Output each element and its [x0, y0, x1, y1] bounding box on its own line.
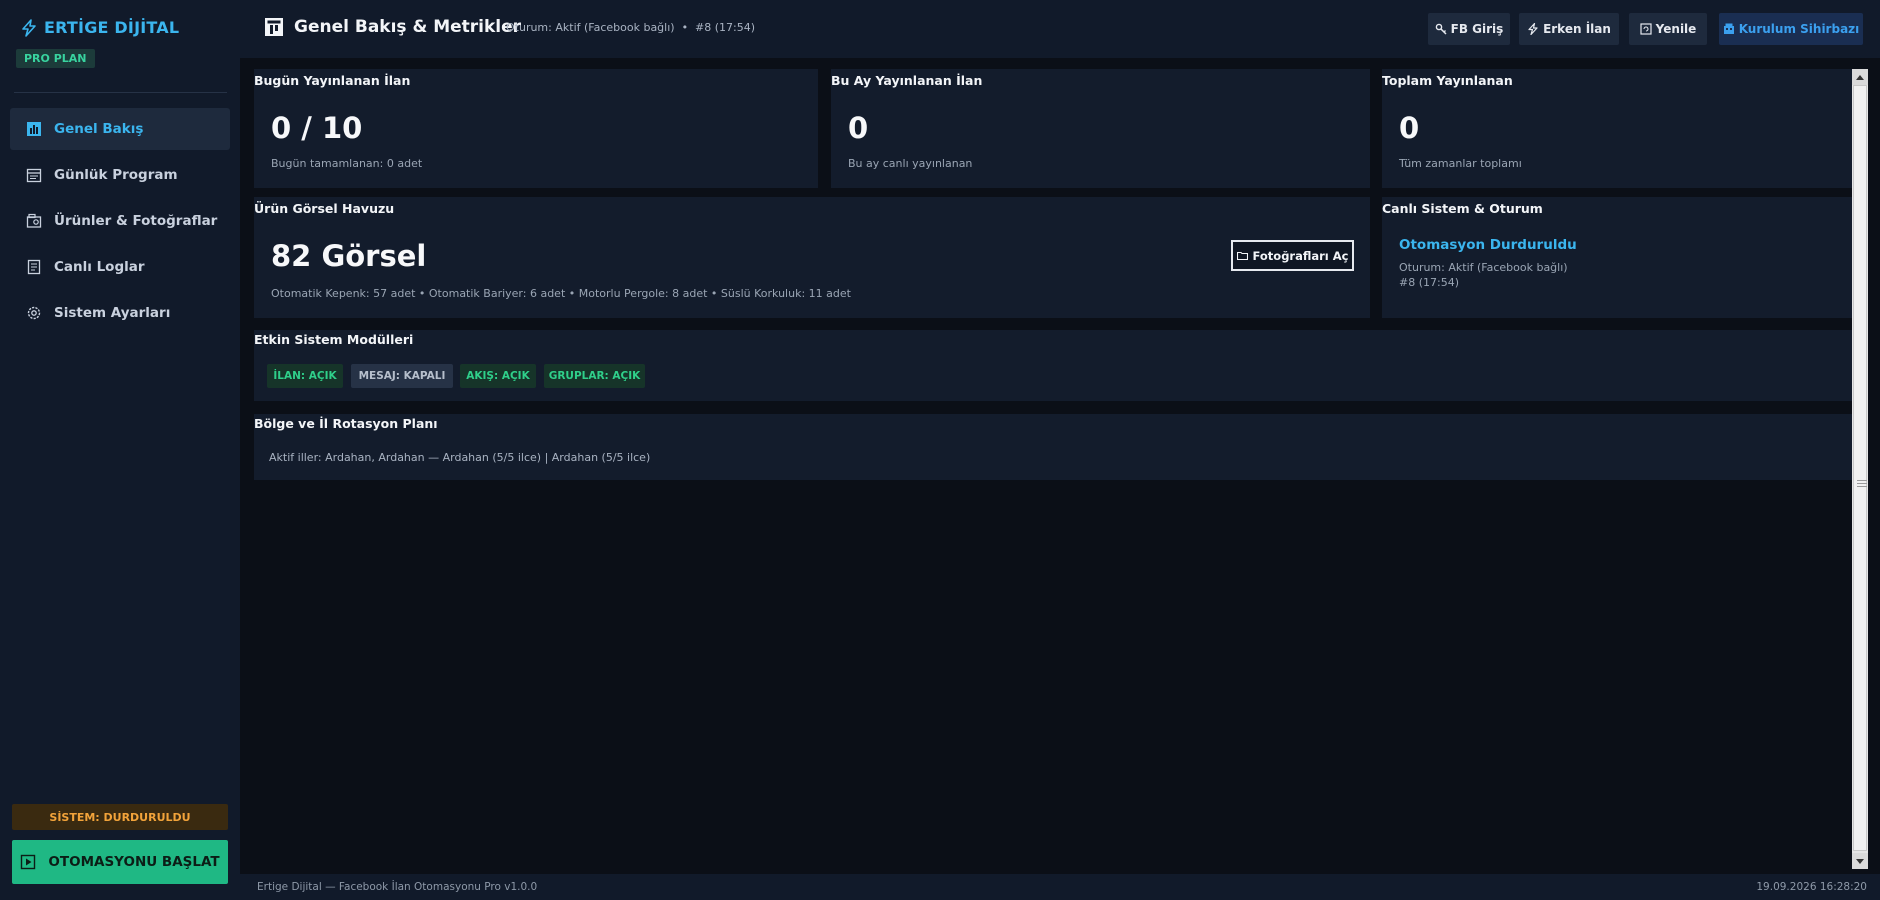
session-info: Oturum: Aktif (Facebook bağlı) • #8 (17:… — [506, 21, 756, 34]
today-subtext: Bugün tamamlanan: 0 adet — [271, 157, 423, 170]
chart-icon — [265, 18, 283, 36]
card-month-posts: Bu Ay Yayınlanan İlan 0 Bu ay canlı yayı… — [831, 69, 1370, 188]
scroll-thumb[interactable] — [1853, 85, 1867, 851]
plan-badge: PRO PLAN — [16, 49, 95, 68]
total-count: 0 — [1399, 111, 1420, 145]
folder-icon — [1236, 251, 1248, 261]
start-automation-label: OTOMASYONU BAŞLAT — [48, 854, 220, 870]
card-today-posts: Bugün Yayınlanan İlan 0 / 10 Bugün tamam… — [254, 69, 818, 188]
early-post-button[interactable]: Erken İlan — [1519, 13, 1619, 45]
refresh-button[interactable]: Yenile — [1629, 13, 1707, 45]
card-total-posts: Toplam Yayınlanan 0 Tüm zamanlar toplamı — [1382, 69, 1852, 188]
early-post-label: Erken İlan — [1543, 22, 1611, 36]
brand: ERTİGE DİJİTAL — [20, 18, 179, 37]
scroll-up-arrow-icon[interactable] — [1852, 69, 1868, 85]
sidebar-item-system-settings[interactable]: Sistem Ayarları — [10, 292, 230, 334]
open-photos-label: Fotoğrafları Aç — [1252, 248, 1349, 263]
footer: Ertige Dijital — Facebook İlan Otomasyon… — [240, 874, 1880, 900]
sidebar-item-label: Günlük Program — [54, 167, 178, 183]
card-title: Bugün Yayınlanan İlan — [254, 73, 411, 88]
open-photos-button[interactable]: Fotoğrafları Aç — [1231, 240, 1354, 271]
today-count: 0 / 10 — [271, 111, 363, 145]
start-automation-button[interactable]: OTOMASYONU BAŞLAT — [12, 840, 228, 884]
footer-datetime: 19.09.2026 16:28:20 — [1756, 881, 1867, 893]
module-badge-ilan: İLAN: AÇIK — [267, 364, 343, 388]
play-icon — [21, 854, 36, 870]
sidebar-item-label: Canlı Loglar — [54, 259, 145, 275]
sidebar-divider — [14, 92, 227, 93]
image-pool-breakdown: Otomatik Kepenk: 57 adet • Otomatik Bari… — [271, 287, 851, 300]
header: Genel Bakış & Metrikler Oturum: Aktif (F… — [240, 0, 1880, 58]
module-badge-akis: AKIŞ: AÇIK — [460, 364, 536, 388]
scroll-grip — [1857, 480, 1867, 487]
key-icon — [1435, 23, 1447, 35]
automation-status: Otomasyon Durduruldu — [1399, 237, 1577, 253]
month-count: 0 — [848, 111, 869, 145]
sidebar-item-label: Genel Bakış — [54, 121, 144, 137]
calendar-icon — [26, 168, 42, 183]
session-line: Oturum: Aktif (Facebook bağlı) — [1399, 261, 1568, 274]
photos-icon — [26, 213, 42, 228]
scrollbar[interactable] — [1852, 69, 1868, 869]
sidebar-item-label: Sistem Ayarları — [54, 305, 171, 321]
module-badge-mesaj: MESAJ: KAPALI — [351, 364, 453, 388]
module-badge-gruplar: GRUPLAR: AÇIK — [544, 364, 645, 388]
region-active-cities: Aktif iller: Ardahan, Ardahan — Ardahan … — [269, 451, 651, 464]
card-title: Etkin Sistem Modülleri — [254, 332, 414, 347]
card-title: Bölge ve İl Rotasyon Planı — [254, 416, 438, 431]
session-line: #8 (17:54) — [1399, 276, 1459, 289]
sidebar-item-live-logs[interactable]: Canlı Loglar — [10, 246, 230, 288]
card-title: Toplam Yayınlanan — [1382, 73, 1513, 88]
sidebar: ERTİGE DİJİTAL PRO PLAN Genel Bakış Günl… — [0, 0, 240, 900]
log-icon — [27, 259, 41, 275]
gear-icon — [27, 306, 41, 320]
sidebar-item-label: Ürünler & Fotoğraflar — [54, 213, 218, 229]
card-title: Bu Ay Yayınlanan İlan — [831, 73, 983, 88]
card-live-system: Canlı Sistem & Oturum Oturum: Aktif (Fac… — [1382, 197, 1852, 318]
setup-wizard-button[interactable]: Kurulum Sihirbazı — [1719, 13, 1863, 45]
footer-version: Ertige Dijital — Facebook İlan Otomasyon… — [257, 881, 538, 893]
chart-icon — [27, 122, 41, 136]
fb-login-button[interactable]: FB Giriş — [1428, 13, 1510, 45]
page-title-text: Genel Bakış & Metrikler — [294, 17, 522, 37]
sidebar-item-overview[interactable]: Genel Bakış — [10, 108, 230, 150]
page-title: Genel Bakış & Metrikler — [264, 17, 521, 37]
brand-name: ERTİGE DİJİTAL — [44, 18, 180, 37]
fb-login-label: FB Giriş — [1450, 22, 1504, 36]
wizard-icon — [1723, 23, 1734, 34]
system-status-badge: SİSTEM: DURDURULDU — [12, 804, 228, 830]
sidebar-item-products-photos[interactable]: Ürünler & Fotoğraflar — [10, 200, 230, 242]
lightning-icon — [22, 18, 36, 37]
setup-wizard-label: Kurulum Sihirbazı — [1738, 22, 1860, 36]
month-subtext: Bu ay canlı yayınlanan — [848, 157, 973, 170]
card-image-pool: Ürün Görsel Havuzu 82 Görsel Otomatik Ke… — [254, 197, 1370, 318]
card-title: Canlı Sistem & Oturum — [1382, 201, 1543, 216]
total-subtext: Tüm zamanlar toplamı — [1399, 157, 1522, 170]
sidebar-item-daily-program[interactable]: Günlük Program — [10, 154, 230, 196]
refresh-label: Yenile — [1655, 22, 1697, 36]
image-count: 82 Görsel — [271, 239, 427, 273]
lightning-icon — [1528, 23, 1538, 35]
card-region-rotation: Bölge ve İl Rotasyon Planı — [254, 414, 1852, 480]
card-title: Ürün Görsel Havuzu — [254, 201, 395, 216]
refresh-icon — [1640, 23, 1652, 35]
scroll-down-arrow-icon[interactable] — [1852, 853, 1868, 869]
